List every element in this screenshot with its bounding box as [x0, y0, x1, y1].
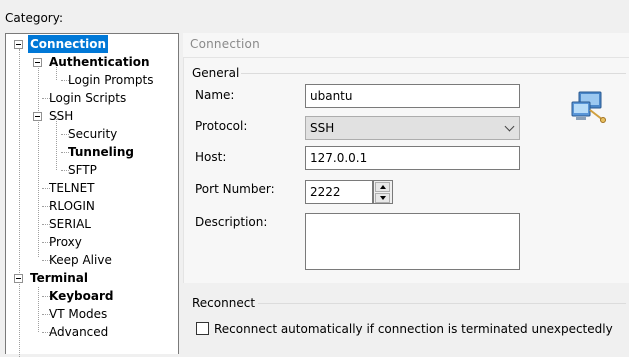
- collapse-authentication-icon[interactable]: [33, 58, 42, 67]
- tree-item-security[interactable]: Security: [66, 125, 119, 143]
- reconnect-group-divider: [258, 303, 626, 304]
- tree-item-serial[interactable]: SERIAL: [47, 215, 93, 233]
- tree-connector: [38, 287, 39, 332]
- collapse-ssh-icon[interactable]: [33, 112, 42, 121]
- category-tree[interactable]: Connection Authentication Login Prompts …: [5, 33, 179, 357]
- chevron-down-icon: [504, 121, 515, 132]
- tree-connector: [38, 62, 39, 257]
- tree-item-keep-alive[interactable]: Keep Alive: [47, 251, 114, 269]
- tree-item-telnet[interactable]: TELNET: [47, 179, 97, 197]
- spin-up-button[interactable]: [375, 182, 390, 192]
- tree-item-login-scripts[interactable]: Login Scripts: [47, 89, 128, 107]
- tree-item-terminal[interactable]: Terminal: [28, 269, 90, 287]
- protocol-label: Protocol:: [195, 119, 248, 133]
- protocol-select[interactable]: SSH: [305, 116, 520, 140]
- spin-down-button[interactable]: [375, 193, 390, 203]
- category-label: Category:: [5, 11, 63, 25]
- tree-item-proxy[interactable]: Proxy: [47, 233, 84, 251]
- port-input[interactable]: 2222: [305, 180, 373, 204]
- tree-item-ssh[interactable]: SSH: [47, 107, 75, 125]
- port-label: Port Number:: [195, 182, 275, 196]
- tree-item-advanced[interactable]: Advanced: [47, 323, 110, 341]
- reconnect-checkbox[interactable]: [196, 322, 209, 335]
- host-label: Host:: [195, 150, 227, 164]
- tree-item-login-prompts[interactable]: Login Prompts: [66, 71, 156, 89]
- protocol-value: SSH: [310, 121, 335, 135]
- tree-item-authentication[interactable]: Authentication: [47, 53, 152, 71]
- general-group-label: General: [192, 66, 240, 80]
- arrow-up-icon: [380, 185, 386, 189]
- description-textarea[interactable]: [305, 213, 520, 270]
- tree-item-sftp[interactable]: SFTP: [66, 161, 99, 179]
- collapse-connection-icon[interactable]: [14, 40, 23, 49]
- collapse-terminal-icon[interactable]: [14, 274, 23, 283]
- panel-title: Connection: [190, 37, 260, 51]
- tree-connector: [19, 277, 20, 357]
- network-computers-icon: [571, 91, 606, 123]
- tree-item-connection[interactable]: Connection: [28, 35, 109, 53]
- description-label: Description:: [195, 215, 268, 229]
- tree-item-vt-modes[interactable]: VT Modes: [47, 305, 109, 323]
- tree-connector: [19, 49, 20, 275]
- port-spinner[interactable]: [373, 180, 393, 204]
- host-input[interactable]: 127.0.0.1: [305, 146, 520, 170]
- tree-item-keyboard[interactable]: Keyboard: [47, 287, 116, 305]
- tree-item-tunneling[interactable]: Tunneling: [66, 143, 136, 161]
- reconnect-group-label: Reconnect: [192, 296, 256, 310]
- general-group-divider: [241, 73, 626, 74]
- name-input[interactable]: ubantu: [305, 84, 520, 108]
- reconnect-checkbox-label[interactable]: Reconnect automatically if connection is…: [214, 322, 613, 336]
- arrow-down-icon: [380, 196, 386, 200]
- name-label: Name:: [195, 88, 235, 102]
- tree-item-rlogin[interactable]: RLOGIN: [47, 197, 97, 215]
